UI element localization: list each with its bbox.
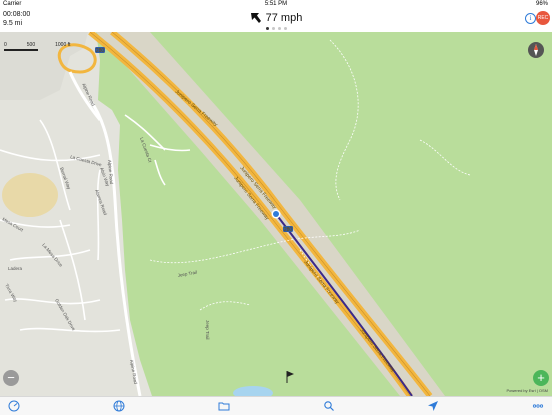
map-canvas[interactable]: 280 280 Junipero Serra Freeway Junipero … — [0, 32, 552, 396]
compass-button[interactable] — [528, 42, 544, 58]
speedometer-icon — [8, 400, 20, 412]
battery-level: 96% — [535, 1, 548, 7]
scale-label: 1000 ft — [55, 42, 71, 48]
tab-folder[interactable] — [218, 400, 230, 412]
zoom-in-button[interactable]: + — [533, 370, 549, 386]
status-bar: Carrier 5:51 PM 96% — [0, 0, 552, 8]
street-label: Jeep Trail — [177, 270, 197, 278]
zoom-out-button[interactable]: − — [3, 370, 19, 386]
current-location-core — [273, 211, 279, 217]
speed-readout: 77 mph — [250, 12, 303, 24]
page-dot[interactable] — [271, 27, 275, 30]
folder-icon — [218, 402, 230, 411]
page-indicator[interactable] — [0, 27, 552, 30]
record-button[interactable]: REC — [536, 11, 550, 25]
speed-value: 77 mph — [265, 12, 303, 24]
tab-speedometer[interactable] — [8, 400, 20, 412]
page-dot[interactable] — [283, 27, 287, 30]
map-view[interactable]: 280 280 Junipero Serra Freeway Junipero … — [0, 32, 552, 396]
heading-arrow-icon — [250, 13, 261, 23]
street-label: Jeep Trail — [205, 320, 210, 340]
status-clock: 5:51 PM — [264, 1, 288, 7]
map-attribution: Powered by Esri | OSM — [506, 388, 549, 393]
scale-label: 0 — [4, 42, 7, 48]
tab-more[interactable] — [532, 400, 544, 412]
street-label: Ladera — [8, 266, 23, 271]
tab-globe[interactable] — [113, 400, 125, 412]
page-dot[interactable] — [277, 27, 281, 30]
shield-label: 280 — [284, 227, 293, 233]
tab-location[interactable] — [427, 400, 439, 412]
map-scale: 0 500 1000 ft — [4, 42, 70, 51]
street-label: La Cuesta Ct — [139, 137, 153, 164]
compass-icon — [534, 44, 538, 56]
trip-header: 00:08:00 9.5 mi 77 mph i REC — [0, 8, 552, 32]
search-icon — [324, 401, 334, 411]
sand-patch — [2, 173, 58, 217]
lake — [233, 386, 273, 396]
highway-shield-north: 280 — [95, 47, 105, 54]
globe-icon — [113, 400, 125, 412]
flag-marker — [286, 371, 294, 383]
scale-bar — [4, 49, 38, 51]
info-button[interactable]: i — [525, 13, 536, 24]
more-icon — [532, 404, 544, 408]
highway-shield-south: 280 — [283, 226, 293, 233]
tab-bar — [0, 396, 552, 415]
page-dot[interactable] — [265, 27, 269, 30]
location-arrow-icon — [428, 401, 438, 411]
shield-label: 280 — [96, 48, 105, 54]
tab-search[interactable] — [323, 400, 335, 412]
scale-label: 500 — [26, 42, 36, 48]
